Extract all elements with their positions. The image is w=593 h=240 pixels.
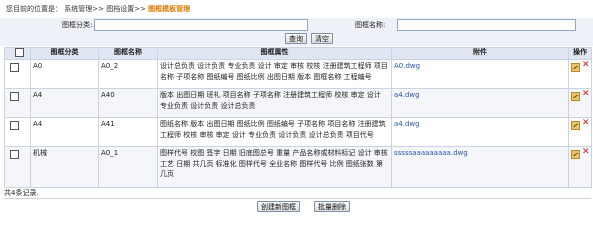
clear-button[interactable]: 清空	[311, 33, 333, 44]
row-category: A4	[30, 117, 99, 147]
record-count: 共4条记录.	[4, 189, 39, 197]
row-checkbox[interactable]	[10, 92, 19, 101]
select-all-checkbox[interactable]	[14, 48, 24, 57]
table-row: 机械 A0_1 图样代号 校图 签字 日期 旧底图总号 重量 产品名称或材料标记…	[4, 146, 592, 188]
breadcrumb-current: 图框模板管理	[148, 5, 191, 13]
row-name: A0_2	[98, 59, 158, 89]
table-row: A0 A0_2 设计总负责 设计负责 专业负责 设计 审定 审核 校核 注册建筑…	[4, 59, 592, 89]
row-checkbox[interactable]	[10, 150, 19, 159]
row-attachment-link[interactable]: A0.dwg	[391, 59, 569, 89]
header-category: 图框分类	[30, 47, 99, 60]
header-attachment: 附件	[391, 47, 569, 60]
row-checkbox[interactable]	[10, 121, 19, 130]
row-category: A0	[30, 59, 99, 89]
row-attributes: 图样代号 校图 签字 日期 旧底图总号 重量 产品名称或材料标记 设计 审核 工…	[157, 146, 392, 188]
row-attachment-link[interactable]: a4.dwg	[391, 117, 569, 147]
row-attachment-link[interactable]: a4.dwg	[391, 88, 569, 118]
name-input[interactable]	[397, 19, 576, 31]
delete-icon[interactable]: ✕	[582, 61, 590, 70]
header-attributes: 图框属性	[157, 47, 392, 60]
row-checkbox[interactable]	[10, 63, 19, 72]
delete-icon[interactable]: ✕	[582, 90, 590, 99]
header-actions: 操作	[568, 47, 592, 60]
search-panel: 图框分类: 图框名称: 查询 清空	[0, 18, 593, 46]
row-name: A41	[98, 117, 158, 147]
header-select	[4, 47, 31, 60]
category-label: 图框分类:	[62, 21, 93, 29]
row-attributes: 图纸名称 版本 出图日期 图纸比例 图纸编号 子项名称 项目名称 注册建筑工程师…	[157, 117, 392, 147]
create-frame-button[interactable]: 创建新图框	[257, 201, 300, 212]
header-name: 图框名称	[98, 47, 158, 60]
breadcrumb: 您目前的位置是： 系统管理>> 图档设置>> 图框模板管理	[6, 3, 190, 15]
delete-icon[interactable]: ✕	[582, 148, 590, 157]
row-attributes: 版本 出图日期 班礼 项目名称 子项名称 注册建筑工程师 校核 审定 设计 专业…	[157, 88, 392, 118]
breadcrumb-path: 系统管理>> 图档设置>>	[64, 5, 149, 13]
row-attachment-link[interactable]: sssssaaaaaaaaa.dwg	[391, 146, 569, 188]
edit-icon[interactable]	[571, 63, 580, 72]
divider	[4, 198, 591, 199]
category-input[interactable]	[94, 19, 308, 31]
delete-icon[interactable]: ✕	[582, 119, 590, 128]
row-name: A40	[98, 88, 158, 118]
table-header-row: 图框分类 图框名称 图框属性 附件 操作	[4, 47, 592, 60]
breadcrumb-prefix: 您目前的位置是：	[6, 5, 62, 13]
row-attributes: 设计总负责 设计负责 专业负责 设计 审定 审核 校核 注册建筑工程师 项目名称…	[157, 59, 392, 89]
table-row: A4 A41 图纸名称 版本 出图日期 图纸比例 图纸编号 子项名称 项目名称 …	[4, 117, 592, 147]
name-label: 图框名称:	[355, 21, 386, 29]
table-row: A4 A40 版本 出图日期 班礼 项目名称 子项名称 注册建筑工程师 校核 审…	[4, 88, 592, 118]
edit-icon[interactable]	[571, 92, 580, 101]
edit-icon[interactable]	[571, 150, 580, 159]
row-category: 机械	[30, 146, 99, 188]
edit-icon[interactable]	[571, 121, 580, 130]
query-button[interactable]: 查询	[285, 33, 307, 44]
row-name: A0_1	[98, 146, 158, 188]
frame-table: 图框分类 图框名称 图框属性 附件 操作 A0 A0_2 设计总负责 设计负责 …	[4, 47, 592, 188]
batch-delete-button[interactable]: 批量删除	[314, 201, 350, 212]
row-category: A4	[30, 88, 99, 118]
